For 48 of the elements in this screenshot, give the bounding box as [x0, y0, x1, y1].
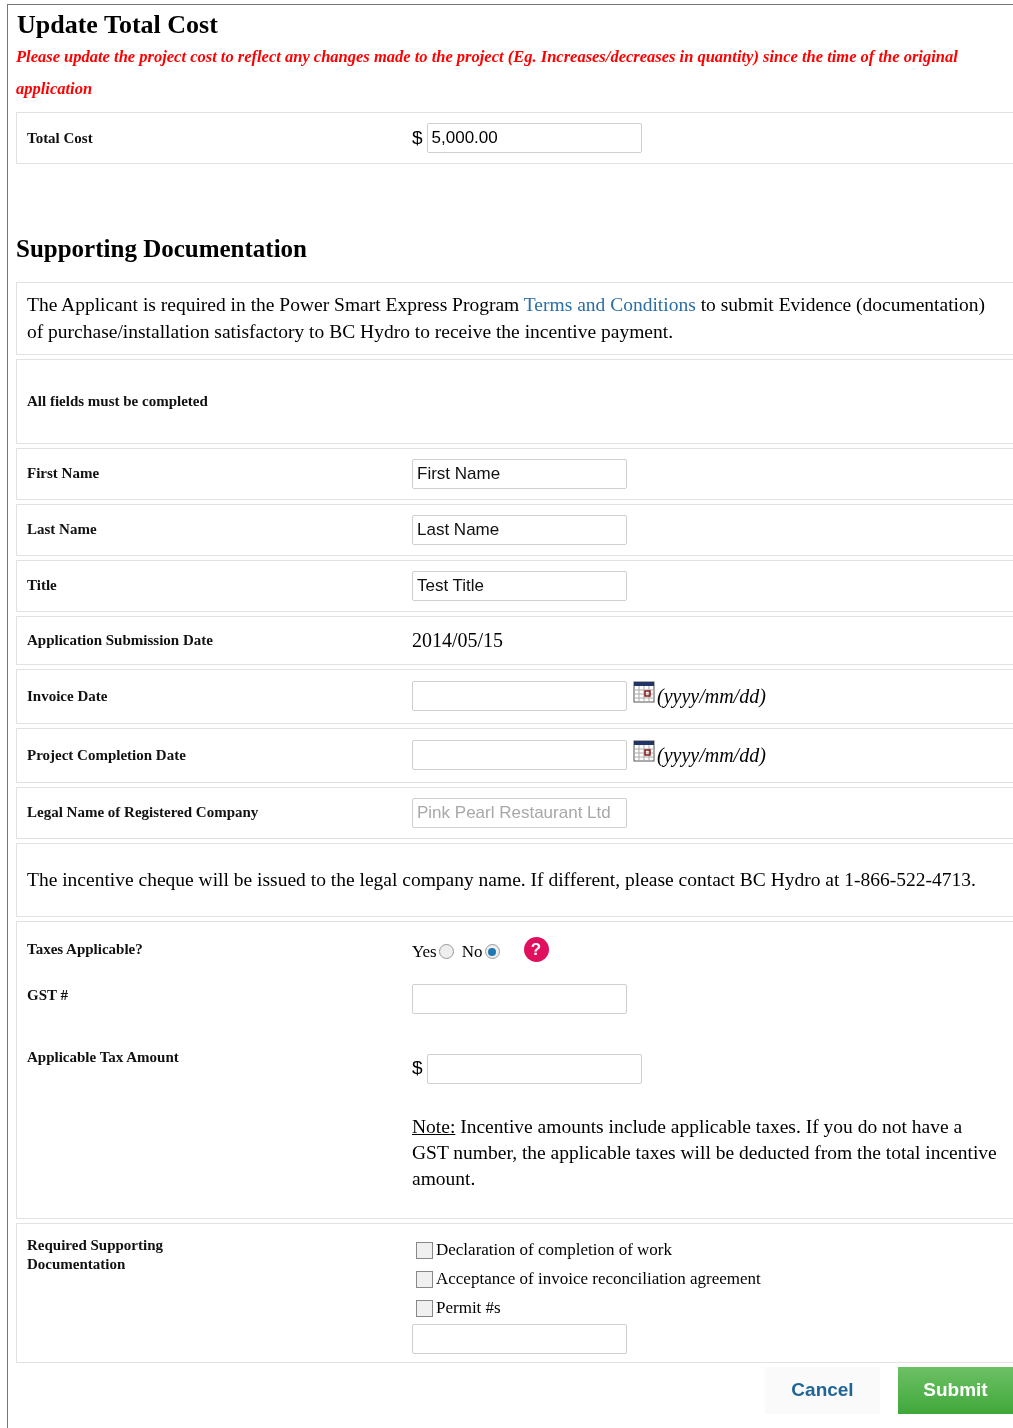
checkbox-label: Declaration of completion of work	[436, 1239, 673, 1262]
checkbox-label: Permit #s	[436, 1297, 501, 1320]
total-cost-field[interactable]: 5,000.00	[426, 123, 642, 153]
calendar-icon[interactable]	[633, 740, 655, 762]
checkbox[interactable]	[416, 1241, 433, 1259]
field-label: Title	[27, 576, 58, 596]
currency-symbol: $	[412, 125, 423, 150]
gst-field[interactable]	[412, 983, 627, 1014]
intro-text: The Applicant is required in the Power Smart Express Program Terms and Conditions to submit Evidence (documentation) of purchase/installation satisfactory to BC Hydro to receive the incentive payment.	[27, 293, 986, 344]
help-icon[interactable]: ?	[523, 937, 549, 962]
date-format-hint: (yyyy/mm/dd)	[657, 684, 766, 710]
cheque-note: The incentive cheque will be issued to the legal company name. If different, please contact BC Hydro at 1-866-522-4713.	[27, 867, 976, 892]
field-label: Total Cost	[27, 128, 94, 148]
date-field[interactable]	[412, 681, 627, 711]
field-label: GST #	[27, 985, 69, 1005]
date-field[interactable]	[412, 740, 627, 770]
text-field[interactable]: Test Title	[412, 570, 627, 601]
field-label: Legal Name of Registered Company	[27, 803, 260, 823]
radio-button[interactable]	[438, 944, 454, 959]
cancel-button[interactable]: Cancel	[765, 1366, 880, 1414]
tax-amount-field[interactable]	[426, 1053, 642, 1084]
section-title: Update Total Cost	[17, 9, 219, 41]
tax-note: Note: Incentive amounts include applicable taxes. If you do not have a GST number, the applicable taxes will be deducted from the total incentive amount.	[412, 1114, 998, 1191]
instruction-text: Please update the project cost to reflect any changes made to the project (Eg. Increases/decreases in quantity) since the time of the original application	[16, 46, 959, 100]
field-label: Project Completion Date	[27, 745, 187, 765]
currency-symbol: $	[412, 1056, 423, 1081]
terms-link[interactable]: Terms and Conditions	[523, 294, 696, 315]
radio-button[interactable]	[484, 944, 500, 959]
text-field[interactable]: Last Name	[412, 514, 627, 545]
field-label: Application Submission Date	[27, 630, 214, 650]
checkbox-label: Acceptance of invoice reconciliation agreement	[436, 1268, 761, 1291]
required-note: All fields must be completed	[27, 391, 209, 411]
calendar-icon[interactable]	[633, 681, 655, 703]
field-label: Invoice Date	[27, 686, 109, 706]
field-value: 2014/05/15	[412, 628, 504, 653]
permit-field[interactable]	[412, 1323, 627, 1354]
field-label: Taxes Applicable?	[27, 940, 144, 960]
field-label: Required Supporting Documentation	[27, 1235, 164, 1274]
field-label: Applicable Tax Amount	[27, 1047, 180, 1067]
field-label: Last Name	[27, 520, 98, 540]
checkbox[interactable]	[416, 1270, 433, 1288]
text-field[interactable]: First Name	[412, 458, 627, 489]
option-label: No	[461, 940, 483, 963]
date-format-hint: (yyyy/mm/dd)	[657, 743, 766, 769]
checkbox[interactable]	[416, 1299, 433, 1317]
section-title: Supporting Documentation	[16, 234, 308, 264]
option-label: Yes	[412, 940, 437, 963]
field-label: First Name	[27, 464, 101, 484]
